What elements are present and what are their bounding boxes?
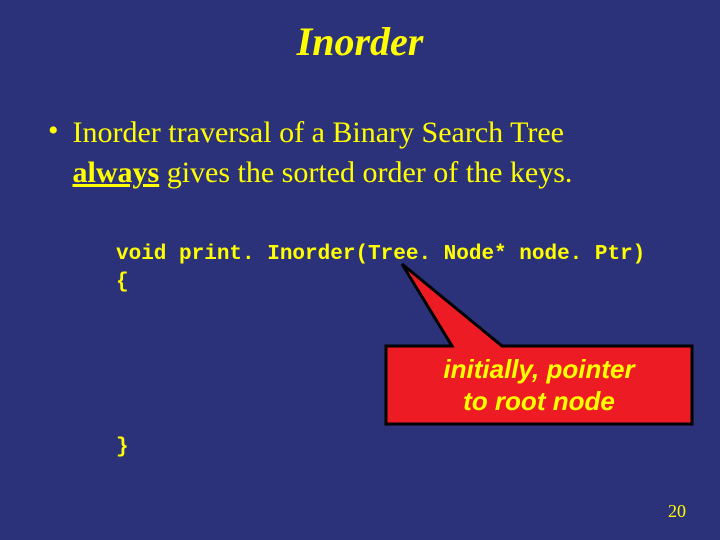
bullet-icon: • bbox=[48, 113, 59, 149]
code-close-brace: } bbox=[116, 436, 129, 459]
bullet-line1: Inorder traversal of a Binary Search Tre… bbox=[73, 116, 564, 149]
code-open-brace: { bbox=[116, 271, 129, 294]
callout: initially, pointer to root node bbox=[384, 262, 694, 426]
slide-title: Inorder bbox=[0, 0, 720, 65]
bullet-item: • Inorder traversal of a Binary Search T… bbox=[48, 113, 720, 193]
callout-line1: initially, pointer bbox=[443, 353, 634, 385]
page-number: 20 bbox=[668, 501, 686, 522]
callout-text: initially, pointer to root node bbox=[386, 348, 692, 422]
bullet-text: Inorder traversal of a Binary Search Tre… bbox=[73, 113, 573, 193]
callout-line2: to root node bbox=[463, 385, 615, 417]
bullet-emph: always bbox=[73, 156, 160, 189]
slide: Inorder • Inorder traversal of a Binary … bbox=[0, 0, 720, 540]
bullet-rest: gives the sorted order of the keys. bbox=[159, 156, 572, 189]
